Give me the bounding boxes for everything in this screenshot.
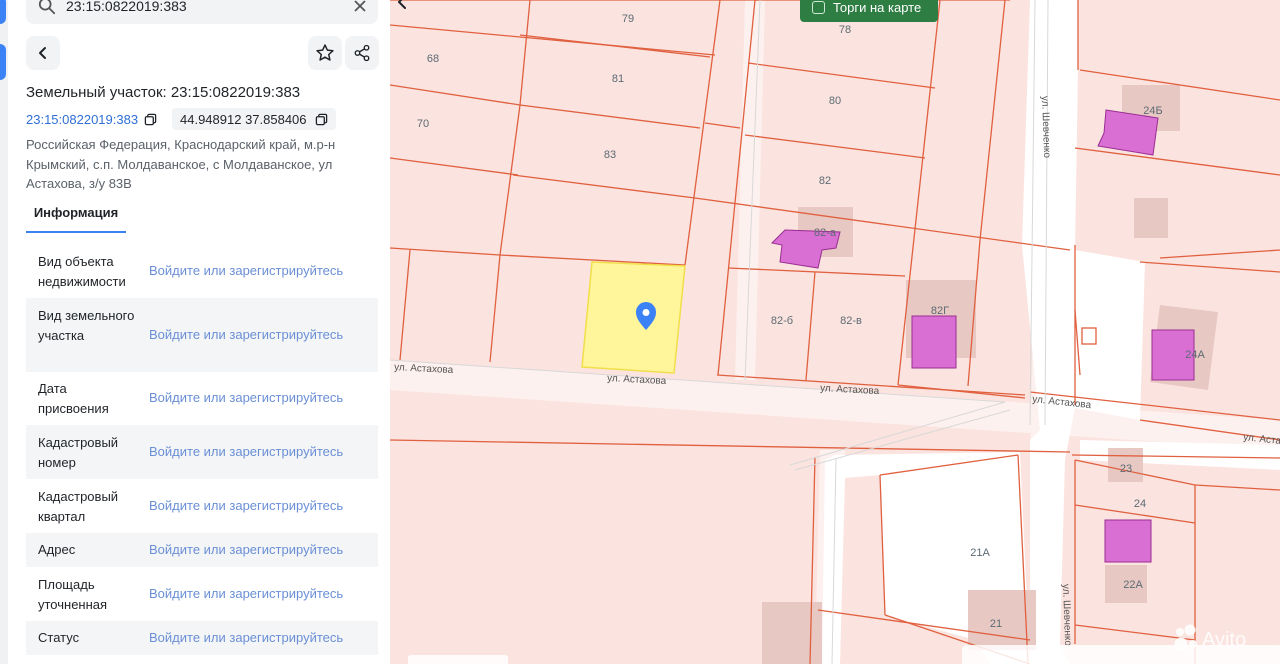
coordinates-chip[interactable]: 44.948912 37.858406 — [172, 108, 336, 130]
side-tab[interactable] — [0, 0, 6, 24]
selected-parcel[interactable] — [581, 261, 686, 374]
info-row: Кадастровый номер Войдите или зарегистри… — [26, 425, 378, 479]
cadastral-map[interactable]: 79 68 81 70 83 78 80 82 82-а 82-б 82-в 8… — [390, 0, 1280, 664]
login-link[interactable]: Войдите или зарегистрируйтесь — [149, 263, 343, 278]
info-panel: Земельный участок: 23:15:0822019:383 23:… — [8, 0, 390, 664]
parcel-label: 82 — [819, 175, 831, 187]
login-link[interactable]: Войдите или зарегистрируйтесь — [149, 630, 343, 645]
parcel-label: 82Г — [931, 305, 949, 317]
info-row: Статус Войдите или зарегистрируйтесь — [26, 621, 378, 655]
collapse-panel-button[interactable] — [394, 0, 410, 18]
info-table: Вид объекта недвижимости Войдите или зар… — [26, 244, 378, 655]
parcel-label: 79 — [622, 13, 634, 25]
info-row: Кадастровый квартал Войдите или зарегист… — [26, 479, 378, 533]
parcel-label: 24Б — [1143, 105, 1162, 117]
auction-map-toggle[interactable]: Торги на карте — [800, 0, 938, 22]
favorite-button[interactable] — [308, 36, 342, 70]
login-link[interactable]: Войдите или зарегистрируйтесь — [149, 586, 343, 601]
avito-logo-icon — [1174, 624, 1197, 651]
tab-information[interactable]: Информация — [26, 205, 126, 233]
share-icon — [354, 44, 370, 62]
parcel-label: 82-б — [771, 315, 793, 327]
toggle-checkbox[interactable] — [812, 0, 825, 14]
parcel-label: 83 — [604, 149, 616, 161]
parcel-label: 70 — [417, 118, 429, 130]
info-row: Вид земельного участка Войдите или зарег… — [26, 298, 378, 372]
coordinates-text: 44.948912 37.858406 — [180, 111, 307, 127]
parcel-label: 68 — [427, 53, 439, 65]
info-row-label: Дата присвоения — [38, 381, 109, 416]
back-button[interactable] — [26, 36, 60, 70]
login-link[interactable]: Войдите или зарегистрируйтесь — [149, 444, 343, 459]
info-row: Дата присвоения Войдите или зарегистриру… — [26, 372, 378, 425]
info-row-label: Кадастровый номер — [38, 435, 119, 470]
auction-map-label: Торги на карте — [833, 0, 922, 15]
parcel-label: 80 — [829, 95, 841, 107]
parcel-label: 22А — [1123, 579, 1143, 591]
parcel-address: Российская Федерация, Краснодарский край… — [26, 137, 336, 191]
login-link[interactable]: Войдите или зарегистрируйтесь — [149, 390, 343, 405]
avito-wordmark: Avito — [1202, 629, 1246, 651]
parcel-label: 24А — [1185, 349, 1205, 361]
page-title: Земельный участок: 23:15:0822019:383 — [26, 84, 301, 101]
side-tab[interactable] — [0, 44, 6, 80]
scale-bar — [408, 655, 508, 664]
copy-icon[interactable] — [144, 113, 157, 126]
chevron-left-icon — [398, 0, 406, 9]
avito-watermark: Avito — [1174, 624, 1246, 651]
login-link[interactable]: Войдите или зарегистрируйтесь — [149, 542, 343, 557]
search-bar — [26, 0, 378, 24]
info-row: Площадь уточненная Войдите или зарегистр… — [26, 567, 378, 621]
share-button[interactable] — [345, 36, 379, 70]
info-row-label: Вид объекта недвижимости — [38, 254, 126, 289]
info-row: Адрес Войдите или зарегистрируйтесь — [26, 533, 378, 567]
parcel-label: 21 — [990, 618, 1002, 630]
info-row-label: Кадастровый квартал — [38, 489, 119, 524]
info-row-label: Вид земельного участка — [38, 308, 135, 343]
search-input[interactable] — [66, 0, 336, 14]
parcel-label: 23 — [1120, 463, 1132, 475]
copy-icon[interactable] — [315, 113, 328, 126]
left-edge-strip — [0, 0, 8, 664]
search-icon — [38, 0, 56, 15]
parcel-label: 82-а — [814, 227, 837, 239]
cadastral-number-text: 23:15:0822019:383 — [26, 112, 139, 127]
parcel-label: 82-в — [840, 315, 862, 327]
street-label: ул. Шевченко — [1060, 584, 1073, 647]
chevron-left-icon — [39, 47, 46, 59]
info-row: Вид объекта недвижимости Войдите или зар… — [26, 244, 378, 298]
parcel-label: 24 — [1134, 498, 1146, 510]
close-icon[interactable] — [352, 0, 368, 14]
parcel-label: 21А — [970, 547, 990, 559]
star-icon — [316, 44, 334, 61]
parcel-label: 81 — [612, 73, 624, 85]
info-row-label: Статус — [38, 630, 80, 645]
info-row-label: Адрес — [38, 542, 76, 557]
info-row-label: Площадь уточненная — [38, 577, 108, 612]
login-link[interactable]: Войдите или зарегистрируйтесь — [149, 327, 343, 342]
cadastral-number-link[interactable]: 23:15:0822019:383 — [26, 112, 157, 127]
street-label: ул. Шевченко — [1039, 96, 1052, 159]
parcel-label: 78 — [839, 24, 851, 36]
login-link[interactable]: Войдите или зарегистрируйтесь — [149, 498, 343, 513]
